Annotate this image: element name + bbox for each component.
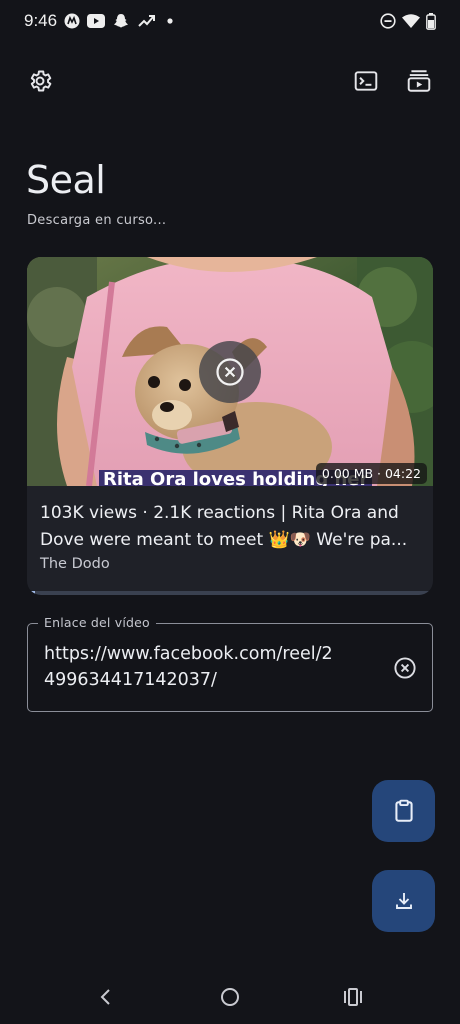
url-input-value[interactable]: https://www.facebook.com/reel/2499634417… bbox=[44, 641, 334, 693]
settings-icon bbox=[30, 70, 52, 92]
video-url-field[interactable]: Enlace del vídeo https://www.facebook.co… bbox=[27, 615, 433, 712]
terminal-button[interactable] bbox=[346, 61, 386, 101]
back-icon bbox=[100, 989, 110, 1005]
home-icon bbox=[221, 988, 239, 1006]
paste-button[interactable] bbox=[372, 780, 435, 842]
youtube-icon bbox=[87, 14, 105, 28]
clipboard-icon bbox=[394, 799, 413, 822]
video-title: 103K views · 2.1K reactions | Rita Ora a… bbox=[40, 503, 408, 550]
motorola-icon bbox=[64, 13, 80, 29]
download-status-text: Descarga en curso... bbox=[27, 213, 167, 228]
download-icon bbox=[395, 893, 412, 909]
nav-home-button[interactable] bbox=[215, 984, 245, 1010]
trend-icon bbox=[138, 15, 155, 27]
terminal-icon bbox=[354, 71, 378, 91]
nav-recents-button[interactable] bbox=[338, 984, 368, 1010]
video-card[interactable]: Rita Ora loves holding her 0.00 MB · 04:… bbox=[27, 257, 433, 595]
download-button[interactable] bbox=[372, 870, 435, 932]
recents-icon bbox=[344, 988, 362, 1006]
download-progress-fill bbox=[27, 591, 36, 595]
snapchat-icon bbox=[114, 14, 128, 28]
video-channel: The Dodo bbox=[40, 556, 110, 572]
download-progress-bar bbox=[27, 591, 433, 595]
playlist-button[interactable] bbox=[399, 61, 439, 101]
url-field-label: Enlace del vídeo bbox=[38, 615, 156, 630]
cancel-download-button[interactable] bbox=[199, 341, 261, 403]
do-not-disturb-icon bbox=[380, 13, 396, 29]
settings-button[interactable] bbox=[20, 61, 60, 101]
status-bar: 9:46 bbox=[0, 0, 460, 44]
battery-icon bbox=[426, 13, 436, 30]
cancel-icon bbox=[216, 358, 244, 386]
dot-icon bbox=[167, 18, 173, 24]
status-time: 9:46 bbox=[24, 11, 58, 30]
clear-url-button[interactable] bbox=[392, 655, 418, 681]
clear-icon bbox=[394, 657, 416, 679]
size-duration-badge: 0.00 MB · 04:22 bbox=[315, 463, 427, 484]
nav-back-button[interactable] bbox=[91, 984, 121, 1010]
app-title: Seal bbox=[26, 158, 106, 202]
wifi-icon bbox=[402, 14, 420, 28]
playlist-icon bbox=[407, 70, 431, 92]
